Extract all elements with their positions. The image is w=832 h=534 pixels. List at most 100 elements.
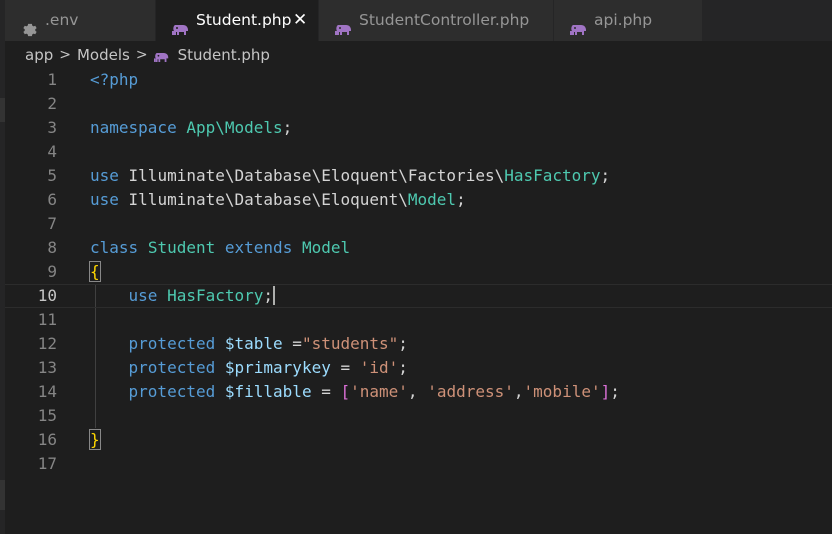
code-line[interactable]: 17	[5, 452, 832, 476]
line-number: 13	[37, 358, 57, 377]
code-token: ;	[263, 286, 274, 305]
code-token: protected	[128, 334, 216, 353]
code-token: HasFactory	[504, 166, 601, 185]
line-number: 11	[37, 310, 57, 329]
editor-tab-bar: .env Student.php ✕ StudentController.php…	[5, 0, 832, 41]
code-token: App\Models	[186, 118, 283, 137]
code-token: 'name'	[350, 382, 408, 401]
tab-label: .env	[45, 11, 79, 29]
code-token: ]	[600, 382, 611, 401]
code-editor[interactable]: 1 <?php 2 3 namespace App\Models; 4 5 use Illum…	[5, 68, 832, 534]
code-line[interactable]: 7	[5, 212, 832, 236]
code-token: ;	[282, 118, 293, 137]
code-content: protected $primarykey = 'id';	[90, 356, 408, 380]
code-content: namespace App\Models;	[90, 116, 292, 140]
code-line[interactable]: 14 protected $fillable = ['name', 'addre…	[5, 380, 832, 404]
line-number: 2	[47, 94, 57, 113]
line-number: 16	[37, 430, 57, 449]
code-token: =	[330, 358, 360, 377]
code-token: ;	[398, 358, 408, 377]
breadcrumb-item-app[interactable]: app	[25, 44, 53, 66]
code-token: {	[89, 261, 101, 282]
code-content: use Illuminate\Database\Eloquent\Factori…	[90, 164, 610, 188]
tab-api-php[interactable]: api.php	[554, 0, 703, 41]
line-number: 12	[37, 334, 57, 353]
code-line[interactable]: 13 protected $primarykey = 'id';	[5, 356, 832, 380]
code-token: ;	[600, 166, 611, 185]
code-content: class Student extends Model	[90, 236, 350, 260]
tab-env[interactable]: .env	[5, 0, 156, 41]
code-token: $fillable	[224, 382, 312, 401]
code-token: ,	[513, 382, 524, 401]
line-number: 17	[37, 454, 57, 473]
code-line[interactable]: 6 use Illuminate\Database\Eloquent\Model;	[5, 188, 832, 212]
chevron-right-icon: >	[135, 47, 148, 63]
code-line[interactable]: 3 namespace App\Models;	[5, 116, 832, 140]
tab-label: Student.php	[196, 11, 292, 29]
code-line[interactable]: 5 use Illuminate\Database\Eloquent\Factor…	[5, 164, 832, 188]
breadcrumb-item-models[interactable]: Models	[77, 44, 130, 66]
code-token: 'address'	[427, 382, 514, 401]
line-number: 6	[47, 190, 57, 209]
code-token: use	[90, 166, 119, 185]
code-token: ;	[456, 190, 466, 209]
breadcrumb-item-student-php[interactable]: Student.php	[178, 44, 270, 66]
code-content: use Illuminate\Database\Eloquent\Model;	[90, 188, 466, 212]
code-token: Model	[301, 238, 351, 257]
code-token: =	[311, 382, 341, 401]
code-line[interactable]: 16}	[5, 428, 832, 452]
code-token: extends	[224, 238, 293, 257]
tab-student-php[interactable]: Student.php ✕	[156, 0, 319, 41]
line-number: 15	[37, 406, 57, 425]
code-token: Student	[147, 238, 216, 257]
line-number: 7	[47, 214, 57, 233]
line-number: 3	[47, 118, 57, 137]
line-number: 10	[37, 286, 57, 305]
code-token: ,	[407, 382, 428, 401]
code-line[interactable]: 1 <?php	[5, 68, 832, 92]
code-line[interactable]: 11	[5, 308, 832, 332]
php-elephant-icon	[570, 12, 588, 53]
code-line[interactable]: 8 class Student extends Model	[5, 236, 832, 260]
code-token: ;	[398, 334, 408, 353]
code-line[interactable]: 9{	[5, 260, 832, 284]
code-token: [	[340, 382, 351, 401]
code-token: 'id'	[359, 358, 399, 377]
tab-studentcontroller-php[interactable]: StudentController.php	[319, 0, 554, 41]
line-number: 4	[47, 142, 57, 161]
code-content: <?php	[90, 68, 138, 92]
line-number: 5	[47, 166, 57, 185]
code-line[interactable]: 12 protected $table ="students";	[5, 332, 832, 356]
code-line[interactable]: 15	[5, 404, 832, 428]
chevron-right-icon: >	[59, 47, 71, 63]
code-content: {	[89, 260, 101, 284]
code-token: =	[282, 334, 302, 353]
code-token: class	[90, 238, 139, 257]
code-token: "students"	[301, 334, 399, 353]
line-number: 9	[47, 262, 57, 281]
close-icon[interactable]: ✕	[293, 0, 307, 41]
code-token: }	[89, 429, 101, 450]
php-elephant-icon	[153, 48, 170, 70]
php-elephant-icon	[335, 12, 353, 53]
code-token: Model	[407, 190, 457, 209]
code-line[interactable]: 10 use HasFactory;	[5, 284, 832, 308]
breadcrumb: app > Models > Student.php	[25, 44, 270, 66]
code-token: protected	[128, 382, 216, 401]
code-content: }	[89, 428, 101, 452]
code-token: Illuminate\Database\Eloquent\	[118, 190, 408, 209]
line-number: 1	[47, 70, 57, 89]
code-line[interactable]: 4	[5, 140, 832, 164]
code-line[interactable]: 2	[5, 92, 832, 116]
